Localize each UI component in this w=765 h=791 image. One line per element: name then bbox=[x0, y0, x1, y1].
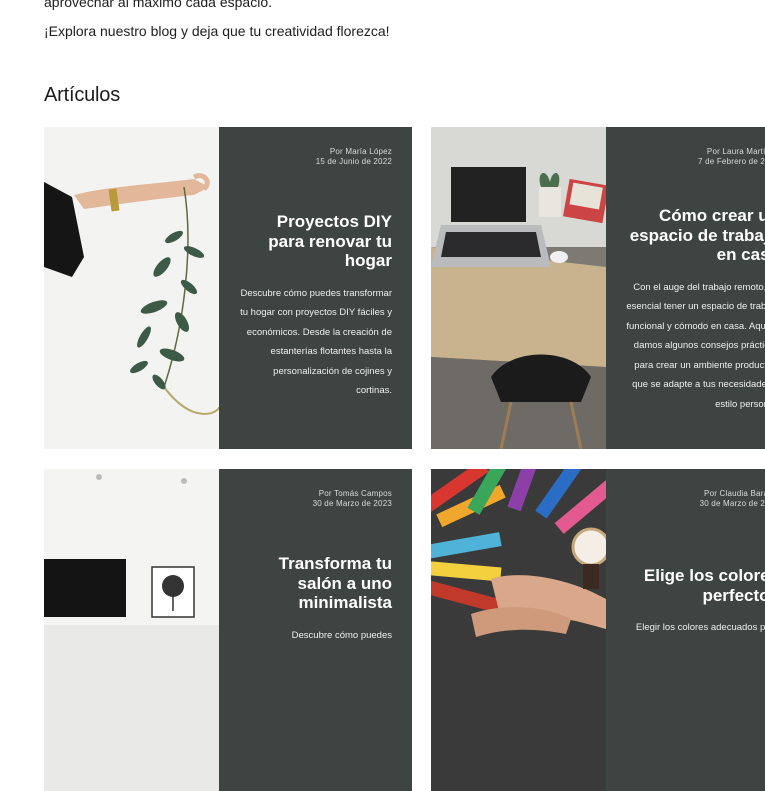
article-author: Por Claudia Barajas bbox=[704, 489, 765, 498]
article-image-desk-laptop bbox=[431, 127, 606, 449]
article-panel: Por Tomás Campos 30 de Marzo de 2023 Tra… bbox=[219, 469, 412, 791]
article-author: Por María López bbox=[329, 147, 392, 156]
article-card-diy[interactable]: Por María López 15 de Junio de 2022 Proy… bbox=[44, 127, 412, 449]
intro-text-line-1: aprovechar al máximo cada espacio. bbox=[44, 0, 273, 10]
article-image-plant-hand bbox=[44, 127, 219, 449]
article-image-minimal-room bbox=[44, 469, 219, 791]
article-card-workspace[interactable]: Por Laura Martínez 7 de Febrero de 2023 … bbox=[431, 127, 765, 449]
article-date: 30 de Marzo de 2023 bbox=[699, 498, 765, 508]
article-image-color-swatches bbox=[431, 469, 606, 791]
article-panel: Por María López 15 de Junio de 2022 Proy… bbox=[219, 127, 412, 449]
article-author: Por Tomás Campos bbox=[318, 489, 392, 498]
article-title[interactable]: Proyectos DIY para renovar tu hogar bbox=[239, 212, 392, 271]
article-byline: Por Claudia Barajas 30 de Marzo de 2023 bbox=[626, 489, 765, 508]
article-card-colors[interactable]: Por Claudia Barajas 30 de Marzo de 2023 … bbox=[431, 469, 765, 791]
article-title[interactable]: Elige los colores perfectos bbox=[626, 566, 765, 605]
article-author: Por Laura Martínez bbox=[706, 147, 765, 156]
article-description: Con el auge del trabajo remoto, es esenc… bbox=[626, 281, 765, 410]
article-date: 30 de Marzo de 2023 bbox=[312, 498, 392, 508]
article-byline: Por María López 15 de Junio de 2022 bbox=[239, 147, 392, 166]
article-date: 7 de Febrero de 2023 bbox=[698, 156, 765, 166]
article-byline: Por Laura Martínez 7 de Febrero de 2023 bbox=[626, 147, 765, 166]
article-description: Descubre cómo puedes bbox=[291, 629, 392, 641]
article-card-minimalist[interactable]: Por Tomás Campos 30 de Marzo de 2023 Tra… bbox=[44, 469, 412, 791]
section-title: Artículos bbox=[44, 84, 121, 106]
article-byline: Por Tomás Campos 30 de Marzo de 2023 bbox=[239, 489, 392, 508]
article-title[interactable]: Cómo crear un espacio de trabajo en casa bbox=[626, 206, 765, 265]
article-panel: Por Claudia Barajas 30 de Marzo de 2023 … bbox=[606, 469, 765, 791]
article-description: Elegir los colores adecuados para bbox=[635, 622, 765, 633]
article-title[interactable]: Transforma tu salón a uno minimalista bbox=[239, 554, 392, 613]
article-description: Descubre cómo puedes transformar tu hoga… bbox=[240, 287, 392, 397]
intro-text-line-2: ¡Explora nuestro blog y deja que tu crea… bbox=[44, 23, 390, 39]
article-date: 15 de Junio de 2022 bbox=[315, 156, 392, 166]
article-panel: Por Laura Martínez 7 de Febrero de 2023 … bbox=[606, 127, 765, 449]
